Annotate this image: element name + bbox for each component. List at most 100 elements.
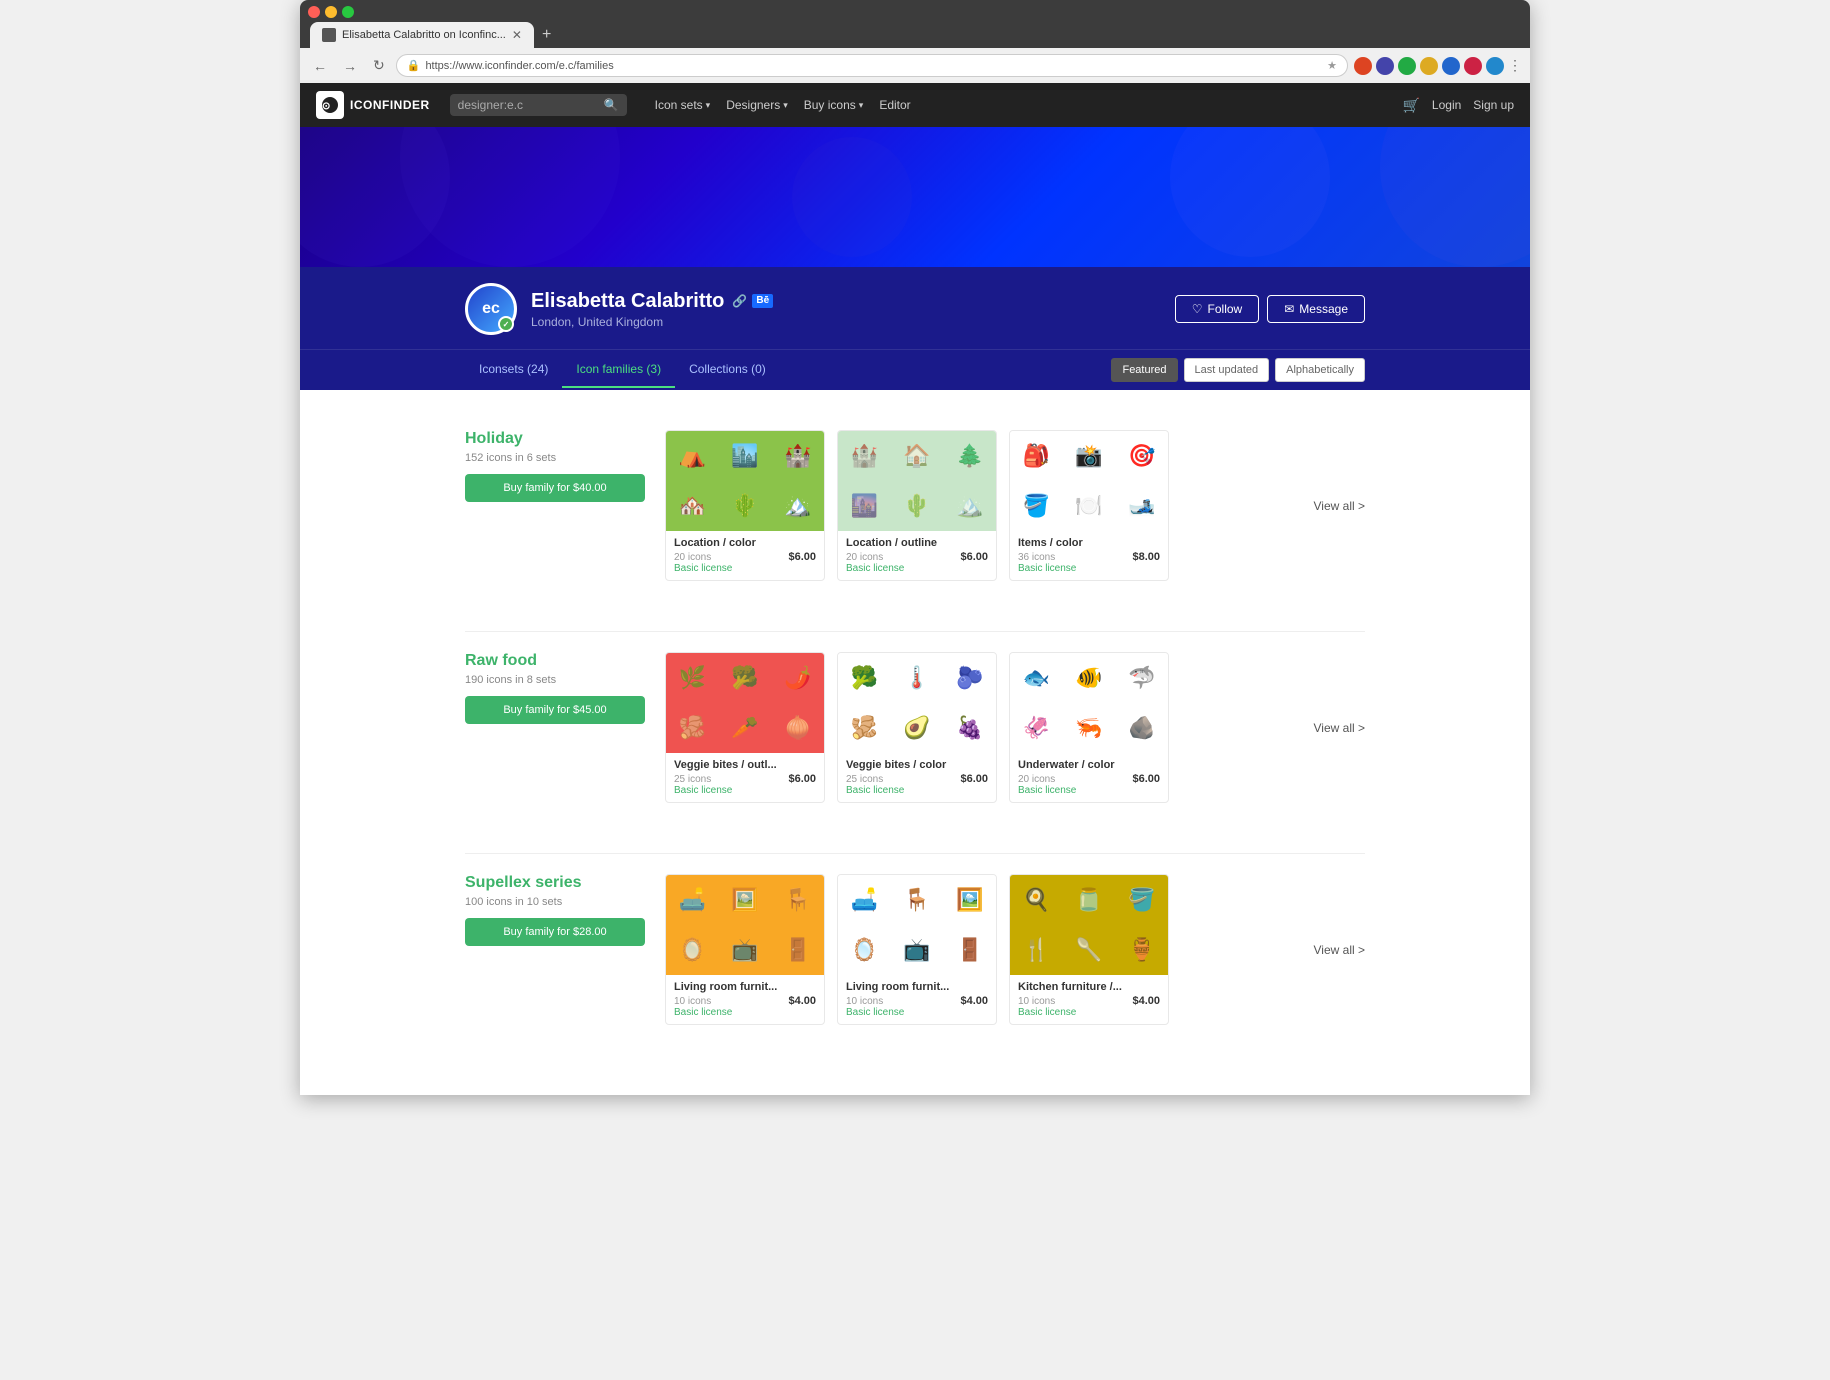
icon-set-name-location-color: Location / color: [674, 537, 816, 549]
preview-icon-21: 🌶️: [771, 653, 824, 703]
icon-set-name-veggie-outline: Veggie bites / outl...: [674, 759, 816, 771]
search-input[interactable]: [458, 98, 598, 112]
buy-button-rawfood[interactable]: Buy family for $45.00: [465, 696, 645, 724]
link-icon[interactable]: 🔗: [732, 294, 747, 308]
preview-icon-33: 🦈: [1115, 653, 1168, 703]
icon-license-items-color: Basic license: [1018, 563, 1160, 574]
nav-buy-icons[interactable]: Buy icons ▾: [804, 98, 864, 112]
search-bar[interactable]: 🔍: [450, 94, 627, 116]
message-button[interactable]: ✉ Message: [1267, 295, 1365, 323]
icon-set-preview-underwater: 🐟 🐠 🦈 🦑 🦐 🪨: [1010, 653, 1168, 753]
preview-icon-54: 🏺: [1115, 925, 1168, 975]
icon-price-living-room-1: $4.00: [788, 995, 816, 1007]
icon-price-items-color: $8.00: [1132, 551, 1160, 563]
forward-button[interactable]: →: [338, 56, 362, 76]
icon-set-card-kitchen[interactable]: 🍳 🫙 🪣 🍴 🥄 🏺 Kitchen furniture /...: [1009, 874, 1169, 1025]
icon-count-living-room-2: 10 icons: [846, 996, 883, 1007]
sort-alphabetically[interactable]: Alphabetically: [1275, 358, 1365, 382]
buy-button-holiday[interactable]: Buy family for $40.00: [465, 474, 645, 502]
family-right-rawfood: 🌿 🥦 🌶️ 🫚 🥕 🧅 Veggie bites / outl...: [665, 652, 1365, 803]
icon-set-card-veggie-color[interactable]: 🥦 🌡️ 🫐 🫚 🥑 🍇 Veggie bites / color: [837, 652, 997, 803]
icon-set-card-living-room-1[interactable]: 🛋️ 🖼️ 🪑 🪞 📺 🚪 Living room furnit...: [665, 874, 825, 1025]
preview-icon-4: 🏘️: [666, 481, 719, 531]
follow-button[interactable]: ♡ Follow: [1175, 295, 1259, 323]
icon-license-kitchen: Basic license: [1018, 1007, 1160, 1018]
browser-ext-5[interactable]: [1442, 57, 1460, 75]
tab-icon-families[interactable]: Icon families (3): [562, 352, 675, 388]
login-button[interactable]: Login: [1432, 98, 1461, 112]
view-all-holiday[interactable]: View all >: [1306, 430, 1365, 581]
tab-iconsets[interactable]: Iconsets (24): [465, 352, 562, 388]
view-all-supellex[interactable]: View all >: [1306, 874, 1365, 1025]
price-row-living-room-1: 10 icons $4.00: [674, 995, 816, 1007]
tab-collections[interactable]: Collections (0): [675, 352, 780, 388]
sort-last-updated[interactable]: Last updated: [1184, 358, 1270, 382]
back-button[interactable]: ←: [308, 56, 332, 76]
icon-set-preview-living-room-2: 🛋️ 🪑 🖼️ 🪞 📺 🚪: [838, 875, 996, 975]
icon-set-card-veggie-outline[interactable]: 🌿 🥦 🌶️ 🫚 🥕 🧅 Veggie bites / outl...: [665, 652, 825, 803]
tab-close-button[interactable]: ✕: [512, 28, 522, 42]
family-title-rawfood: Raw food: [465, 652, 645, 670]
maximize-button[interactable]: [342, 6, 354, 18]
search-icon[interactable]: 🔍: [604, 98, 619, 112]
preview-icon-50: 🫙: [1063, 875, 1116, 925]
buy-button-supellex[interactable]: Buy family for $28.00: [465, 918, 645, 946]
url-bar[interactable]: 🔒 https://www.iconfinder.com/e.c/familie…: [396, 54, 1348, 77]
header-right: 🛒 Login Sign up: [1402, 97, 1514, 114]
icon-set-card-underwater[interactable]: 🐟 🐠 🦈 🦑 🦐 🪨 Underwater / color: [1009, 652, 1169, 803]
browser-ext-1[interactable]: [1354, 57, 1372, 75]
icon-set-preview-items-color: 🎒 📸 🎯 🪣 🍽️ 🎿: [1010, 431, 1168, 531]
preview-icon-29: 🥑: [891, 703, 944, 753]
icon-count-underwater: 20 icons: [1018, 774, 1055, 785]
cart-icon[interactable]: 🛒: [1402, 97, 1419, 114]
browser-menu[interactable]: ⋮: [1508, 57, 1522, 74]
icon-set-info-living-room-2: Living room furnit... 10 icons $4.00 Bas…: [838, 975, 996, 1024]
price-row-veggie-color: 25 icons $6.00: [846, 773, 988, 785]
nav-designers[interactable]: Designers ▾: [726, 98, 788, 112]
families-container: Holiday 152 icons in 6 sets Buy family f…: [465, 410, 1365, 1045]
icon-set-info-living-room-1: Living room furnit... 10 icons $4.00 Bas…: [666, 975, 824, 1024]
nav-icon-sets[interactable]: Icon sets ▾: [655, 98, 711, 112]
header-nav: Icon sets ▾ Designers ▾ Buy icons ▾ Edit…: [655, 98, 911, 112]
message-label: Message: [1299, 302, 1348, 316]
family-title-supellex: Supellex series: [465, 874, 645, 892]
browser-ext-6[interactable]: [1464, 57, 1482, 75]
refresh-button[interactable]: ↻: [368, 55, 390, 76]
icon-set-card-living-room-2[interactable]: 🛋️ 🪑 🖼️ 🪞 📺 🚪 Living room furnit...: [837, 874, 997, 1025]
view-all-rawfood[interactable]: View all >: [1306, 652, 1365, 803]
logo[interactable]: ⊙ ICONFINDER: [316, 91, 430, 119]
nav-buy-icons-chevron: ▾: [859, 100, 864, 111]
family-left-rawfood: Raw food 190 icons in 8 sets Buy family …: [465, 652, 645, 803]
close-button[interactable]: [308, 6, 320, 18]
signup-button[interactable]: Sign up: [1473, 98, 1514, 112]
browser-ext-2[interactable]: [1376, 57, 1394, 75]
browser-ext-4[interactable]: [1420, 57, 1438, 75]
icon-set-name-items-color: Items / color: [1018, 537, 1160, 549]
browser-ext-7[interactable]: [1486, 57, 1504, 75]
preview-icon-27: 🫐: [943, 653, 996, 703]
family-left-holiday: Holiday 152 icons in 6 sets Buy family f…: [465, 430, 645, 581]
preview-icon-44: 🪑: [891, 875, 944, 925]
new-tab-button[interactable]: +: [534, 22, 559, 48]
icon-set-preview-kitchen: 🍳 🫙 🪣 🍴 🥄 🏺: [1010, 875, 1168, 975]
avatar: ec ✓: [465, 283, 517, 335]
price-row-veggie-outline: 25 icons $6.00: [674, 773, 816, 785]
icon-price-veggie-color: $6.00: [960, 773, 988, 785]
family-section-supellex: Supellex series 100 icons in 10 sets Buy…: [465, 874, 1365, 1045]
icon-set-card-location-outline[interactable]: 🏰 🏠 🌲 🌆 🌵 🏔️ Location / outline: [837, 430, 997, 581]
icon-set-card-location-color[interactable]: ⛺ 🏙️ 🏰 🏘️ 🌵 🏔️ Location / color: [665, 430, 825, 581]
preview-icon-45: 🖼️: [943, 875, 996, 925]
icon-set-info-location-outline: Location / outline 20 icons $6.00 Basic …: [838, 531, 996, 580]
family-title-holiday: Holiday: [465, 430, 645, 448]
sort-featured[interactable]: Featured: [1111, 358, 1177, 382]
nav-editor[interactable]: Editor: [879, 98, 910, 112]
icon-set-card-items-color[interactable]: 🎒 📸 🎯 🪣 🍽️ 🎿 Items / color: [1009, 430, 1169, 581]
family-section-holiday: Holiday 152 icons in 6 sets Buy family f…: [465, 410, 1365, 601]
icon-sets-grid-supellex: 🛋️ 🖼️ 🪑 🪞 📺 🚪 Living room furnit...: [665, 874, 1306, 1025]
browser-tab[interactable]: Elisabetta Calabritto on Iconfinc... ✕: [310, 22, 534, 48]
behance-icon[interactable]: Bē: [752, 294, 773, 308]
minimize-button[interactable]: [325, 6, 337, 18]
preview-icon-53: 🥄: [1063, 925, 1116, 975]
browser-ext-3[interactable]: [1398, 57, 1416, 75]
preview-icon-14: 📸: [1063, 431, 1116, 481]
